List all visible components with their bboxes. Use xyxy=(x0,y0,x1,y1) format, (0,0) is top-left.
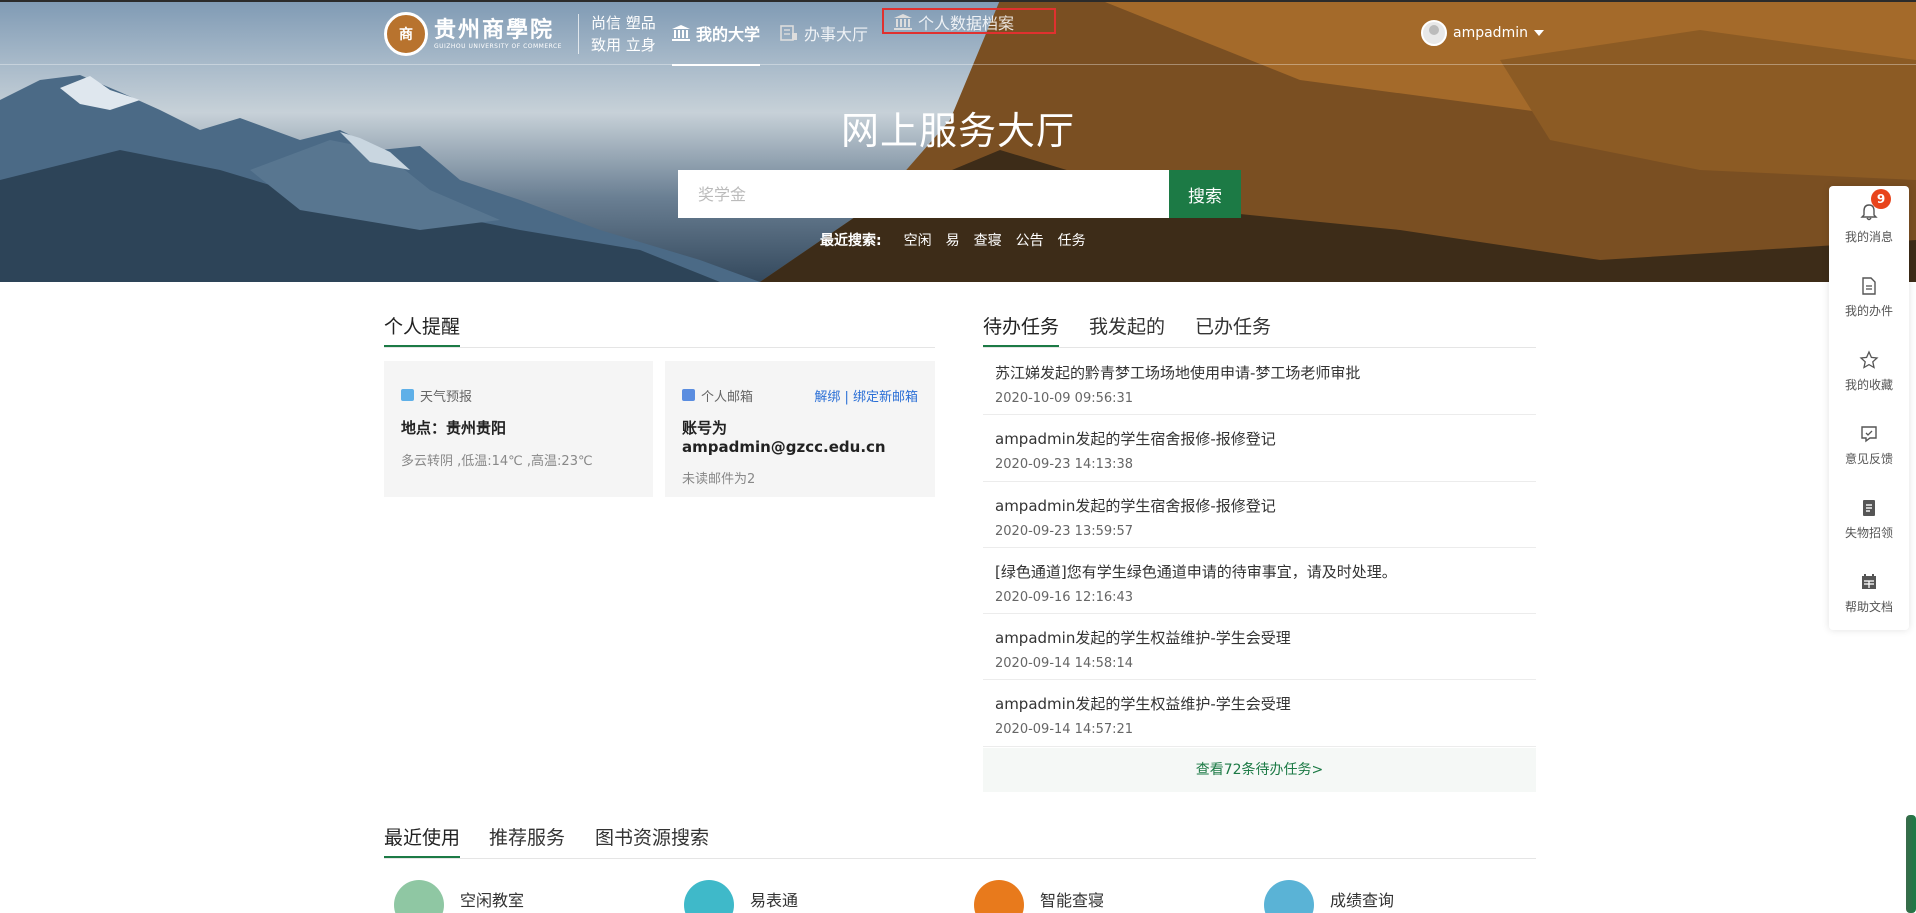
nav-personal-data-archive[interactable]: 个人数据档案 xyxy=(882,8,1057,34)
recent-searches: 最近搜索: 空闲 易 查寝 公告 任务 xyxy=(820,230,1100,250)
logo-english-name: GUIZHOU UNIVERSITY OF COMMERCE xyxy=(434,42,562,50)
app-free-classroom[interactable]: 空闲教室 xyxy=(394,880,684,913)
tab-recently-used[interactable]: 最近使用 xyxy=(384,823,461,859)
mail-icon xyxy=(682,389,695,401)
nav-divider xyxy=(0,64,1916,65)
sidebar-item-favorites[interactable]: 我的收藏 xyxy=(1829,334,1909,408)
app-yibiaotong[interactable]: 易表通 xyxy=(684,880,974,913)
weather-icon xyxy=(401,389,414,401)
tab-personal-reminder[interactable]: 个人提醒 xyxy=(384,312,461,348)
clipboard-icon xyxy=(1863,499,1875,516)
app-grade-query[interactable]: 成绩查询 xyxy=(1264,880,1554,913)
user-menu[interactable]: ampadmin xyxy=(1421,20,1544,46)
university-seal-icon: 商 xyxy=(384,12,428,56)
recent-search-label: 最近搜索: xyxy=(820,233,882,249)
chevron-down-icon xyxy=(1533,30,1544,36)
university-logo[interactable]: 商 贵州商學院 GUIZHOU UNIVERSITY OF COMMERCE 尚… xyxy=(384,12,656,56)
app-list: 空闲教室 易表通 智能查寝 成绩查询 xyxy=(394,880,1554,913)
main-nav: 我的大学 办事大厅 个人数据档案 xyxy=(672,8,1074,66)
bank-icon xyxy=(672,25,690,41)
bank-icon xyxy=(894,14,913,30)
tab-initiated-by-me[interactable]: 我发起的 xyxy=(1089,312,1165,339)
section-divider xyxy=(384,347,935,348)
sidebar-item-messages[interactable]: 9 我的消息 xyxy=(1829,186,1909,260)
feedback-icon xyxy=(1861,425,1877,442)
recent-keyword[interactable]: 易 xyxy=(946,230,960,250)
mail-bind-link[interactable]: 解绑 | 绑定新邮箱 xyxy=(814,386,918,405)
sidebar-item-feedback[interactable]: 意见反馈 xyxy=(1829,408,1909,482)
app-dorm-check[interactable]: 智能查寝 xyxy=(974,880,1264,913)
star-icon xyxy=(1859,349,1879,369)
weather-card-heading: 天气预报 xyxy=(420,389,473,405)
calendar-icon xyxy=(1862,573,1876,589)
mail-card-heading: 个人邮箱 xyxy=(701,389,754,405)
sidebar-item-my-cases[interactable]: 我的办件 xyxy=(1829,260,1909,334)
section-divider xyxy=(384,858,1536,859)
avatar xyxy=(1421,20,1447,46)
tab-recommended-services[interactable]: 推荐服务 xyxy=(489,823,565,850)
dorm-icon xyxy=(974,880,1024,913)
recent-keyword[interactable]: 空闲 xyxy=(904,230,932,250)
mail-card: 个人邮箱 解绑 | 绑定新邮箱 账号为ampadmin@gzcc.edu.cn … xyxy=(665,361,935,497)
school-motto: 尚信 塑品 致用 立身 xyxy=(590,14,656,54)
window-top-edge xyxy=(0,0,1916,2)
classroom-icon xyxy=(394,880,444,913)
list-item[interactable]: ampadmin发起的学生权益维护-学生会受理 2020-09-14 14:58… xyxy=(983,614,1536,681)
list-item[interactable]: ampadmin发起的学生权益维护-学生会受理 2020-09-14 14:57… xyxy=(983,680,1536,747)
form-icon xyxy=(780,25,798,41)
list-item[interactable]: ampadmin发起的学生宿舍报修-报修登记 2020-09-23 14:13:… xyxy=(983,415,1536,482)
tab-library-search[interactable]: 图书资源搜索 xyxy=(595,823,709,850)
document-icon xyxy=(1862,276,1876,295)
weather-detail: 多云转阴 ,低温:14℃ ,高温:23℃ xyxy=(401,454,593,469)
search-button[interactable]: 搜索 xyxy=(1169,170,1241,218)
mail-account: 账号为ampadmin@gzcc.edu.cn xyxy=(682,419,886,456)
username: ampadmin xyxy=(1453,25,1528,41)
search-bar: 搜索 xyxy=(678,170,1241,218)
logo-chinese-name: 贵州商學院 xyxy=(434,16,555,43)
grade-report-icon xyxy=(1264,880,1314,913)
weather-card: 天气预报 地点：贵州贵阳 多云转阴 ,低温:14℃ ,高温:23℃ xyxy=(384,361,653,497)
page-title: 网上服务大厅 xyxy=(840,109,1075,153)
hourglass-icon xyxy=(684,880,734,913)
nav-service-hall[interactable]: 办事大厅 xyxy=(780,22,868,44)
recent-keyword[interactable]: 查寝 xyxy=(974,230,1002,250)
view-all-tasks-link[interactable]: 查看72条待办任务> xyxy=(983,748,1536,792)
mail-unread-count: 未读邮件为2 xyxy=(682,472,756,487)
recent-keyword[interactable]: 任务 xyxy=(1058,230,1086,250)
sidebar-item-lost-found[interactable]: 失物招领 xyxy=(1829,482,1909,556)
list-item[interactable]: 苏江娣发起的黔青梦工场场地使用申请-梦工场老师审批 2020-10-09 09:… xyxy=(983,349,1536,416)
floating-sidebar: 9 我的消息 我的办件 我的收藏 意见反馈 失物招领 帮助文档 xyxy=(1829,186,1909,630)
tab-pending-tasks[interactable]: 待办任务 xyxy=(983,312,1060,348)
nav-my-university[interactable]: 我的大学 xyxy=(672,22,761,66)
list-item[interactable]: ampadmin发起的学生宿舍报修-报修登记 2020-09-23 13:59:… xyxy=(983,482,1536,548)
task-list: 苏江娣发起的黔青梦工场场地使用申请-梦工场老师审批 2020-10-09 09:… xyxy=(983,349,1536,747)
recent-keyword[interactable]: 公告 xyxy=(1016,230,1044,250)
list-item[interactable]: [绿色通道]您有学生绿色通道申请的待审事宜，请及时处理。 2020-09-16 … xyxy=(983,548,1536,615)
search-input[interactable] xyxy=(678,170,1169,218)
tab-completed-tasks[interactable]: 已办任务 xyxy=(1195,312,1271,339)
unread-badge: 9 xyxy=(1871,189,1891,209)
sidebar-item-help-docs[interactable]: 帮助文档 xyxy=(1829,556,1909,630)
section-divider xyxy=(983,347,1536,348)
logo-divider xyxy=(577,14,579,54)
weather-location: 地点：贵州贵阳 xyxy=(401,419,507,437)
scrollbar[interactable] xyxy=(1906,815,1916,913)
